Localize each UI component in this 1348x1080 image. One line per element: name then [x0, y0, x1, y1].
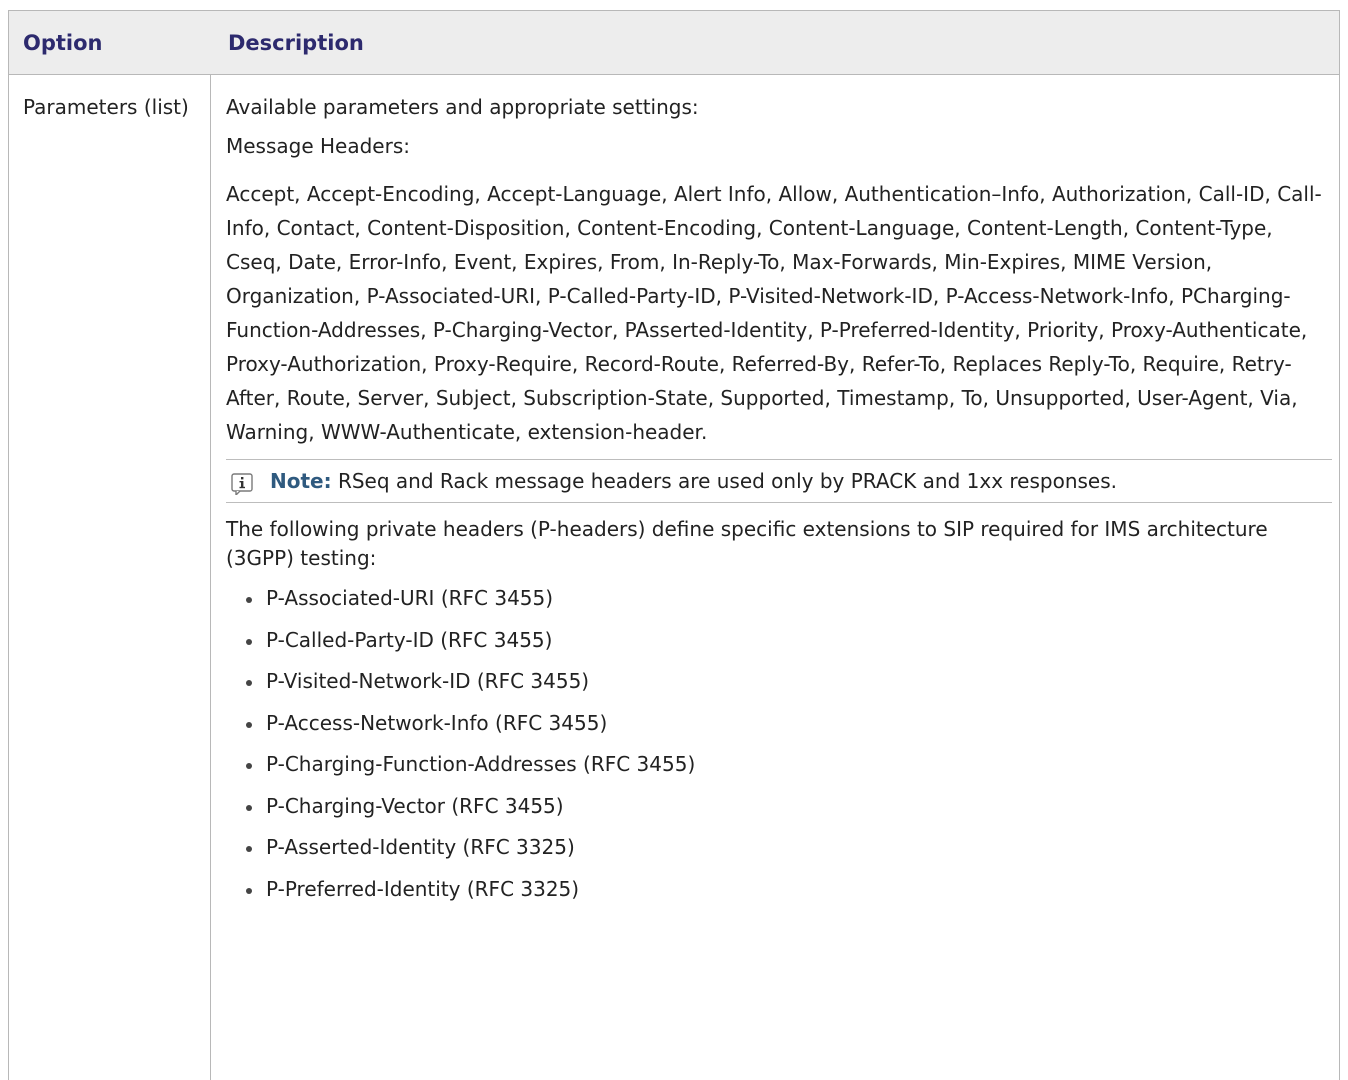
option-cell-parameters: Parameters (list)	[23, 95, 189, 119]
header-description: Description	[228, 31, 364, 55]
table-header-row: Option Description	[9, 11, 1339, 75]
header-option: Option	[23, 31, 103, 55]
message-headers-list: Accept, Accept-Encoding, Accept-Language…	[226, 182, 1322, 444]
list-item: P-Called-Party-ID (RFC 3455)	[242, 625, 1331, 656]
list-item: P-Asserted-Identity (RFC 3325)	[242, 832, 1331, 863]
private-headers-list: P-Associated-URI (RFC 3455) P-Called-Par…	[226, 583, 1331, 905]
list-item: P-Charging-Function-Addresses (RFC 3455)	[242, 749, 1331, 780]
list-item: P-Visited-Network-ID (RFC 3455)	[242, 666, 1331, 697]
private-headers-intro: The following private headers (P-headers…	[226, 517, 1268, 570]
column-divider	[210, 11, 211, 1080]
list-item: P-Preferred-Identity (RFC 3325)	[242, 874, 1331, 905]
intro-text: Available parameters and appropriate set…	[226, 95, 699, 119]
description-cell: Available parameters and appropriate set…	[226, 93, 1332, 915]
list-item: P-Charging-Vector (RFC 3455)	[242, 791, 1331, 822]
list-item: P-Access-Network-Info (RFC 3455)	[242, 708, 1331, 739]
list-item: P-Associated-URI (RFC 3455)	[242, 583, 1331, 614]
note-label: Note:	[270, 469, 332, 493]
note-box: Note: RSeq and Rack message headers are …	[226, 459, 1332, 503]
message-headers-label: Message Headers:	[226, 134, 410, 158]
options-table: Option Description Parameters (list) Ava…	[8, 10, 1340, 1080]
info-icon	[231, 473, 253, 495]
note-text-block: Note: RSeq and Rack message headers are …	[270, 466, 1332, 496]
note-text: RSeq and Rack message headers are used o…	[337, 469, 1118, 493]
